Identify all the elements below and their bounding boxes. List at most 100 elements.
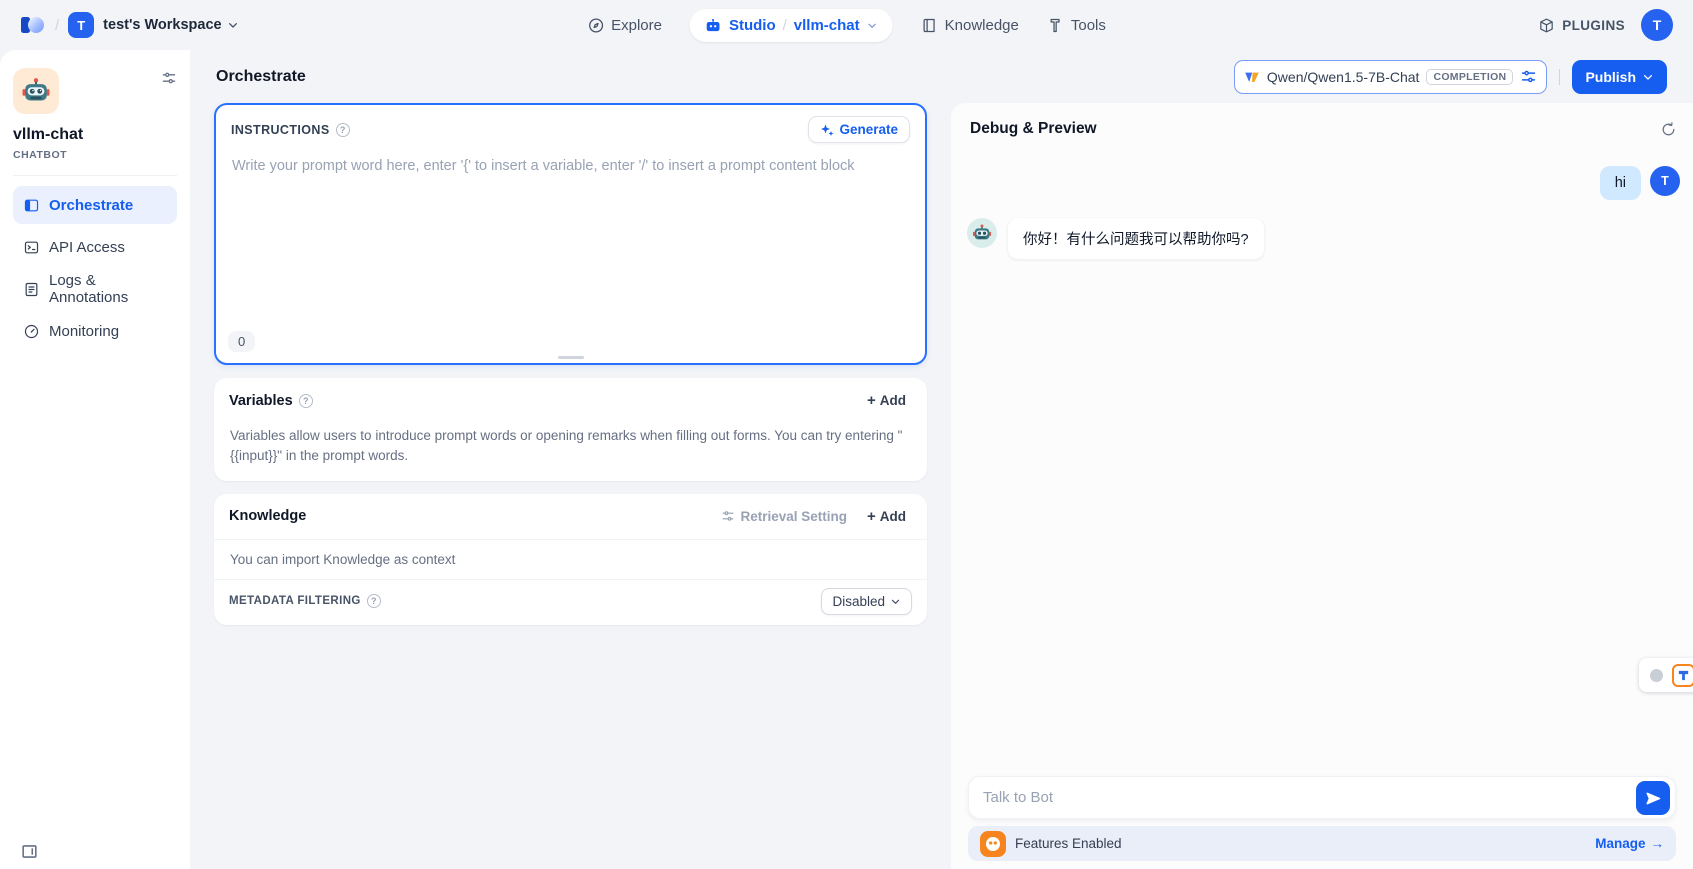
workspace-switcher[interactable]: test's Workspace — [103, 17, 238, 33]
metadata-filtering-title: METADATA FILTERING — [229, 595, 361, 607]
plugins-icon — [1538, 17, 1555, 34]
breadcrumb-slash: / — [55, 17, 59, 34]
model-selector[interactable]: Qwen/Qwen1.5-7B-Chat COMPLETION — [1234, 60, 1548, 94]
sliders-icon — [161, 70, 177, 86]
generate-label: Generate — [839, 122, 898, 137]
resize-handle[interactable] — [558, 356, 584, 359]
robot-icon — [705, 17, 722, 34]
knowledge-title: Knowledge — [229, 508, 306, 524]
collapse-sidebar-button[interactable] — [20, 842, 39, 861]
robot-emoji-icon — [21, 76, 51, 106]
app-avatar[interactable] — [13, 68, 59, 114]
help-icon[interactable]: ? — [367, 594, 381, 608]
dify-logo[interactable] — [20, 14, 46, 36]
floating-edge-widget[interactable] — [1639, 658, 1693, 692]
plugins-label: PLUGINS — [1562, 18, 1625, 33]
nav-current-app: vllm-chat — [794, 17, 860, 34]
plus-icon: + — [867, 509, 876, 524]
user-avatar[interactable]: T — [1641, 9, 1673, 41]
chevron-down-icon — [890, 596, 901, 607]
orchestrate-toolbar: Orchestrate Qwen/Qwen1.5-7B-Chat COMPLET… — [190, 50, 1693, 103]
metadata-filtering-select[interactable]: Disabled — [821, 588, 912, 615]
plus-icon: + — [867, 393, 876, 408]
orchestrate-config-column: INSTRUCTIONS ? Generate 0 Variables ? + … — [214, 103, 927, 625]
add-variable-button[interactable]: + Add — [861, 389, 912, 412]
manage-features-button[interactable]: Manage → — [1595, 836, 1664, 851]
knowledge-panel: Knowledge Retrieval Setting + Add You ca… — [214, 494, 927, 625]
chevron-down-icon — [1642, 71, 1654, 83]
sparkles-icon — [820, 123, 834, 137]
app-name: vllm-chat — [13, 126, 177, 144]
sidebar-item-api-access[interactable]: API Access — [13, 228, 177, 266]
page-title: Orchestrate — [216, 68, 306, 86]
metadata-filtering-value: Disabled — [832, 594, 885, 609]
sidebar-item-monitoring[interactable]: Monitoring — [13, 312, 177, 350]
send-button[interactable] — [1636, 781, 1670, 815]
nav-tools[interactable]: Tools — [1047, 17, 1106, 34]
instructions-input[interactable] — [216, 154, 925, 304]
robot-emoji-icon — [972, 223, 992, 243]
retrieval-setting-button[interactable]: Retrieval Setting — [721, 509, 847, 524]
model-name: Qwen/Qwen1.5-7B-Chat — [1267, 69, 1420, 85]
retrieval-sliders-icon — [721, 509, 735, 523]
sidebar-item-label: Monitoring — [49, 323, 119, 340]
send-icon — [1645, 790, 1662, 807]
nav-studio-label: Studio — [729, 17, 776, 34]
generate-button[interactable]: Generate — [808, 116, 910, 143]
nav-knowledge[interactable]: Knowledge — [921, 17, 1019, 34]
app-type-label: CHATBOT — [13, 149, 177, 161]
workspace-breadcrumb: / T test's Workspace — [20, 12, 239, 38]
document-icon — [23, 281, 40, 298]
plugins-button[interactable]: PLUGINS — [1538, 17, 1625, 34]
chat-input-area: Features Enabled Manage → — [951, 776, 1693, 869]
bot-message-row: 你好！有什么问题我可以帮助你吗? — [951, 218, 1693, 259]
workspace-avatar[interactable]: T — [68, 12, 94, 38]
model-mode-badge: COMPLETION — [1426, 69, 1513, 85]
knowledge-description: You can import Knowledge as context — [214, 540, 927, 579]
instructions-title: INSTRUCTIONS — [231, 123, 330, 137]
extension-icon — [1672, 664, 1693, 687]
explore-icon — [587, 17, 604, 34]
bot-message-bubble: 你好！有什么问题我可以帮助你吗? — [1008, 218, 1264, 259]
sidebar-item-label: Logs & Annotations — [49, 272, 167, 306]
user-message-row: hi T — [951, 166, 1693, 200]
features-label: Features Enabled — [1015, 836, 1122, 851]
debug-preview-panel: Debug & Preview hi T 你好！有什么问题我可以帮助你吗? Fe… — [951, 103, 1693, 869]
chevron-down-icon — [227, 19, 239, 31]
refresh-icon — [1660, 121, 1677, 138]
arrow-right-icon: → — [1651, 836, 1665, 851]
features-icon — [980, 831, 1006, 857]
metadata-filtering-row: METADATA FILTERING ? Disabled — [214, 579, 927, 625]
manage-label: Manage — [1595, 836, 1645, 851]
orchestrate-icon — [23, 197, 40, 214]
vllm-logo-icon — [1244, 69, 1260, 85]
panel-collapse-icon — [20, 842, 39, 861]
chat-input[interactable] — [969, 777, 1675, 818]
workspace-name: test's Workspace — [103, 17, 221, 33]
nav-explore[interactable]: Explore — [587, 17, 662, 34]
nav-tools-label: Tools — [1071, 17, 1106, 34]
chevron-down-icon — [867, 20, 878, 31]
app-settings-button[interactable] — [161, 70, 177, 86]
nav-studio[interactable]: Studio / vllm-chat — [690, 9, 893, 42]
top-bar-right: PLUGINS T — [1538, 9, 1673, 41]
drag-dot-icon — [1650, 669, 1663, 682]
publish-button[interactable]: Publish — [1572, 60, 1667, 94]
model-config-sliders-icon — [1520, 68, 1537, 85]
add-label: Add — [880, 509, 906, 524]
help-icon[interactable]: ? — [299, 394, 313, 408]
studio-slash: / — [783, 17, 787, 34]
sidebar-item-orchestrate[interactable]: Orchestrate — [13, 186, 177, 224]
sidebar-item-logs[interactable]: Logs & Annotations — [13, 270, 177, 308]
help-icon[interactable]: ? — [336, 123, 350, 137]
variables-panel: Variables ? + Add Variables allow users … — [214, 378, 927, 481]
char-count: 0 — [228, 331, 255, 352]
nav-explore-label: Explore — [611, 17, 662, 34]
restart-conversation-button[interactable] — [1660, 121, 1677, 138]
main-nav: Explore Studio / vllm-chat Knowledge Too… — [587, 0, 1106, 50]
chat-history: hi T 你好！有什么问题我可以帮助你吗? — [951, 144, 1693, 776]
sidebar-item-label: Orchestrate — [49, 197, 133, 214]
top-bar: / T test's Workspace Explore Studio / vl… — [0, 0, 1693, 50]
user-chat-avatar: T — [1650, 166, 1680, 196]
add-knowledge-button[interactable]: + Add — [861, 505, 912, 528]
